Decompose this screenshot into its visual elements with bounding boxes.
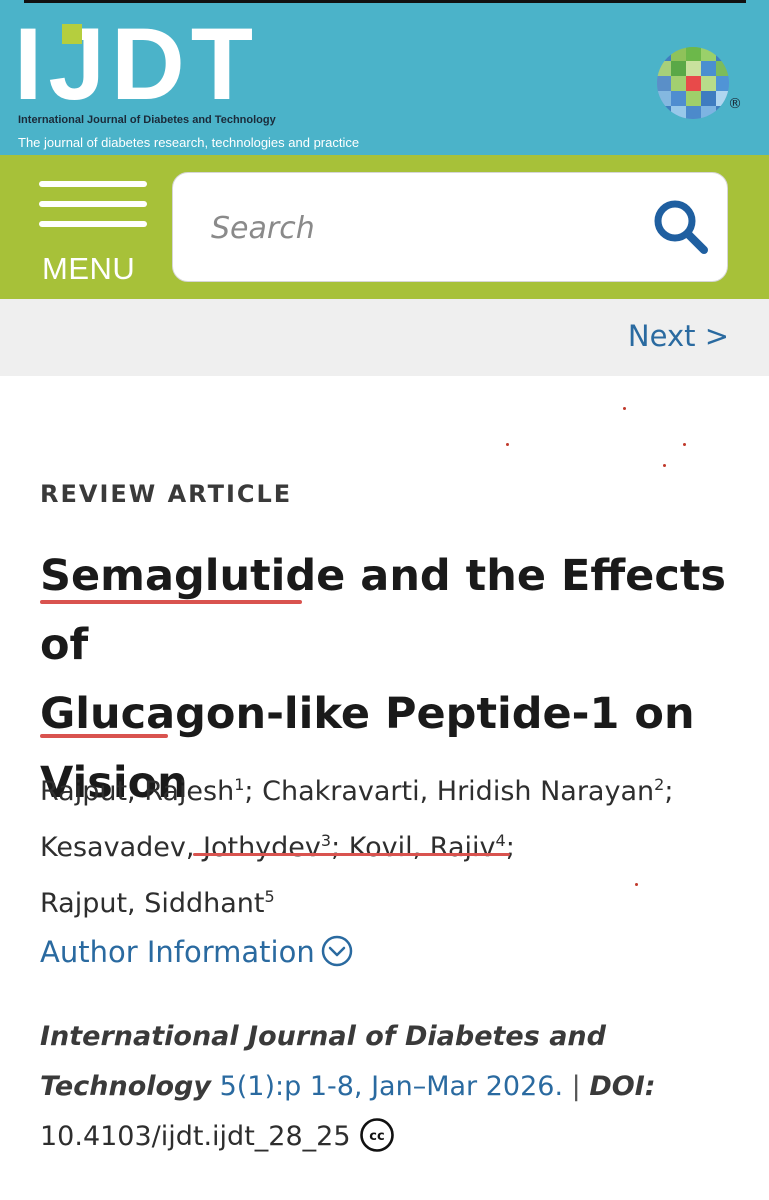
author-separator: ; [505,832,515,863]
underline-kesavadev [193,853,510,856]
citation-volume[interactable]: 5(1):p 1-8, Jan–Mar 2026. [220,1071,563,1102]
decorative-dot [623,407,626,410]
author-name[interactable]: Rajput, Rajesh [40,776,234,807]
author-name[interactable]: Chakravarti, Hridish Narayan [262,776,654,807]
doi-label: DOI: [589,1071,656,1102]
search-box [172,172,728,282]
author-affiliation: 5 [264,887,275,906]
journal-logo[interactable]: IJDT [14,13,259,115]
underline-vision [40,734,168,738]
author-separator: ; [331,832,349,863]
publisher-logo-icon[interactable] [656,46,730,120]
site-header: IJDT International Journal of Diabetes a… [0,0,769,155]
menu-button[interactable]: MENU [36,181,148,286]
decorative-dot [506,443,509,446]
author-name[interactable]: Kovil, Rajiv [349,832,496,863]
chevron-down-icon [321,935,352,967]
search-icon[interactable] [651,197,711,257]
author-name[interactable]: Kesavadev, Jothydev [40,832,321,863]
title-line2: Glucagon-like Peptide-1 on [40,689,695,739]
menu-label: MENU [42,251,136,286]
hamburger-icon [39,181,147,187]
author-separator: ; [664,776,674,807]
author-name[interactable]: Rajput, Siddhant [40,888,265,919]
article-type: REVIEW ARTICLE [40,480,293,508]
registered-mark: ® [728,96,742,112]
journal-tagline: The journal of diabetes research, techno… [18,135,360,150]
next-article-link[interactable]: Next > [628,319,729,353]
pager-bar: Next > [0,299,769,376]
author-affiliation: 4 [495,831,506,850]
cc-icon[interactable]: cc [359,1117,395,1153]
journal-name: International Journal of Diabetes and Te… [18,114,276,126]
hamburger-line [39,201,147,207]
citation-separator: | [571,1071,581,1102]
author-affiliation: 1 [234,775,245,794]
decorative-dot [663,464,666,467]
author-information-label: Author Information [40,935,315,969]
decorative-dot [683,443,686,446]
doi-value[interactable]: 10.4103/ijdt.ijdt_28_25 [40,1121,351,1152]
citation: International Journal of Diabetes and Te… [40,1012,740,1162]
author-affiliation: 3 [320,831,332,850]
author-list: Rajput, Rajesh1; Chakravarti, Hridish Na… [40,760,740,928]
nav-bar: MENU [0,155,769,299]
underline-semaglutide [40,600,302,604]
top-status-bar [24,0,746,3]
author-separator: ; [244,776,263,807]
search-input[interactable] [209,203,633,253]
author-information-toggle[interactable]: Author Information [40,935,353,970]
svg-text:cc: cc [369,1129,384,1144]
title-semaglutide: Semaglutide [40,551,346,601]
logo-accent-square [62,24,82,44]
author-affiliation: 2 [654,775,665,794]
hamburger-line [39,221,147,227]
